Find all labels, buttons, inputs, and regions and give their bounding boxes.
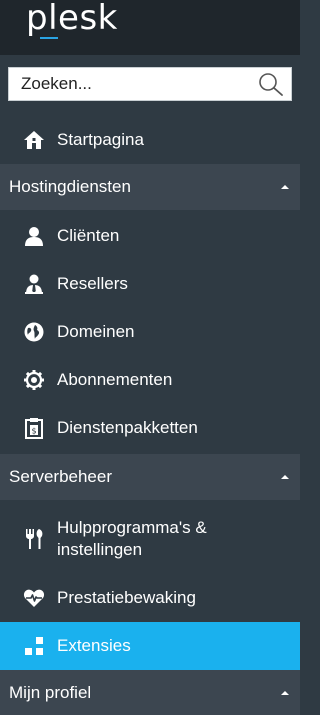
logo-underline (40, 37, 58, 39)
heart-pulse-icon (22, 586, 46, 610)
nav-item-label: Hulpprogramma's & instellingen (57, 517, 207, 561)
section-mijn-profiel[interactable]: Mijn profiel (0, 670, 300, 715)
label-line-2: instellingen (57, 540, 143, 559)
nav-item-label: Resellers (57, 274, 128, 293)
nav-item-clienten[interactable]: Cliënten (0, 212, 300, 260)
plesk-logo[interactable]: plesk (26, 0, 118, 38)
gear-icon (22, 368, 46, 392)
nav-item-domeinen[interactable]: Domeinen (0, 308, 300, 356)
nav-item-label: Startpagina (57, 130, 144, 149)
nav-item-hulpprogrammas[interactable]: Hulpprogramma's & instellingen (0, 504, 300, 574)
nav-item-extensies[interactable]: Extensies (0, 622, 300, 670)
caret-up-icon (281, 185, 289, 189)
section-serverbeheer[interactable]: Serverbeheer (0, 454, 300, 500)
globe-icon (22, 320, 46, 344)
search-icon (259, 73, 283, 96)
search-button[interactable] (257, 71, 285, 97)
caret-up-icon (281, 475, 289, 479)
nav-item-label: Abonnementen (57, 370, 173, 389)
section-title: Serverbeheer (9, 467, 113, 486)
nav-item-home[interactable]: Startpagina (0, 116, 300, 164)
section-title: Hostingdiensten (9, 177, 131, 196)
nav-item-label: Domeinen (57, 322, 135, 341)
nav-item-label: Dienstenpakketten (57, 418, 198, 437)
label-line-1: Hulpprogramma's & (57, 518, 207, 537)
reseller-icon (22, 272, 46, 296)
nav-item-resellers[interactable]: Resellers (0, 260, 300, 308)
section-hostingdiensten[interactable]: Hostingdiensten (0, 164, 300, 210)
top-bar: plesk (0, 0, 300, 55)
search-box (8, 67, 292, 101)
nav-item-label: Prestatiebewaking (57, 588, 196, 607)
nav-item-label: Cliënten (57, 226, 120, 245)
clipboard-icon: $ (22, 416, 46, 440)
search-input[interactable] (9, 68, 249, 100)
nav-item-label: Extensies (57, 636, 131, 655)
section-title: Mijn profiel (9, 682, 92, 702)
nav-item-dienstenpakketten[interactable]: $ Dienstenpakketten (0, 404, 300, 452)
caret-up-icon (281, 690, 289, 695)
user-icon (22, 224, 46, 248)
tools-icon (22, 527, 46, 551)
nav-item-abonnementen[interactable]: Abonnementen (0, 356, 300, 404)
nav-item-prestatiebewaking[interactable]: Prestatiebewaking (0, 574, 300, 622)
home-icon (22, 128, 46, 152)
extensions-icon (22, 634, 46, 658)
svg-text:$: $ (31, 427, 36, 436)
